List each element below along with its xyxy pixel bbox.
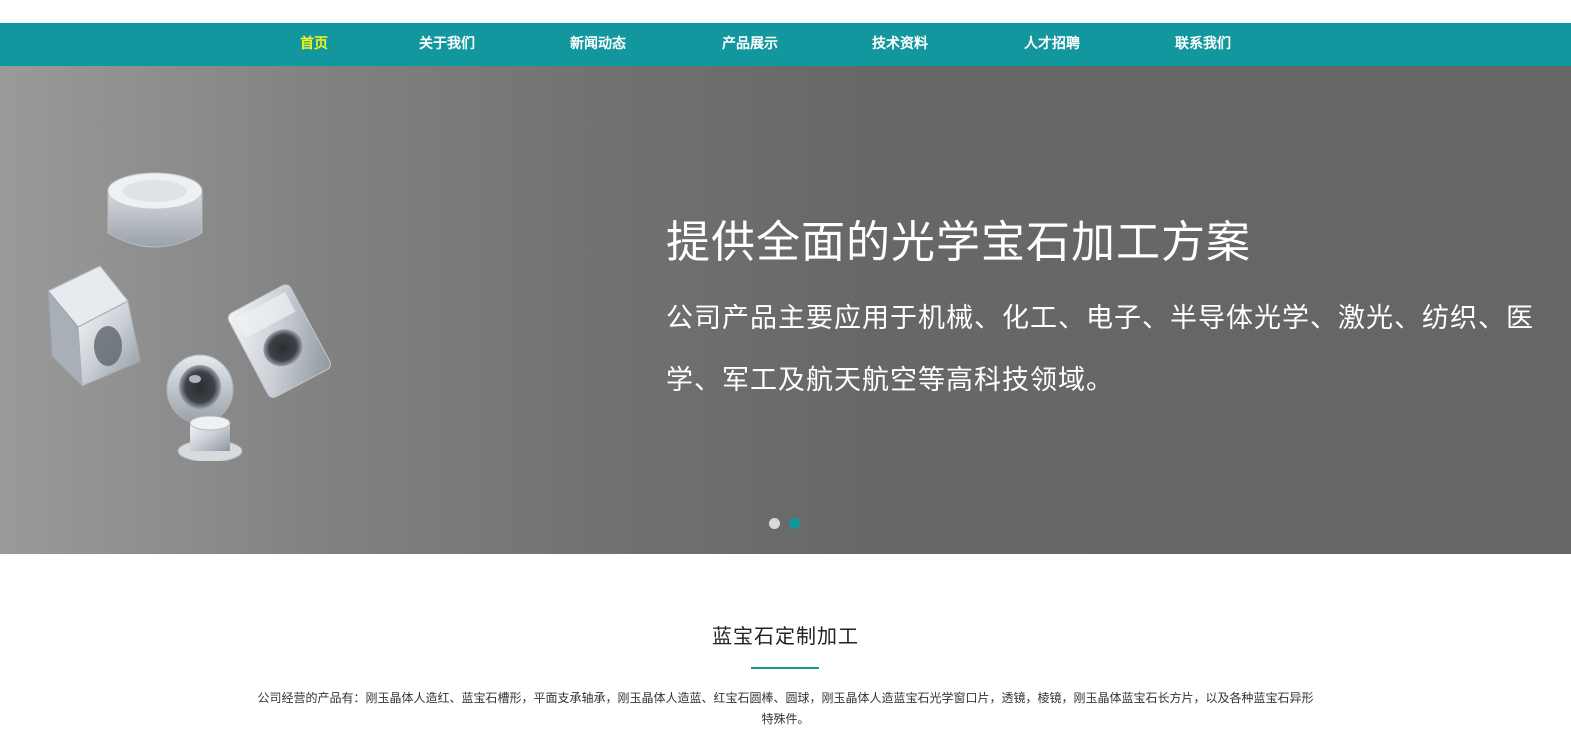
nav-item-tech-docs[interactable]: 技术资料 <box>872 23 928 66</box>
banner-description: 公司产品主要应用于机械、化工、电子、半导体光学、激光、纺织、医学、军工及航天航空… <box>666 303 1534 396</box>
nav-item-home[interactable]: 首页 <box>300 23 328 66</box>
nav-item-contact[interactable]: 联系我们 <box>1175 23 1231 66</box>
section-description: 公司经营的产品有：刚玉晶体人造红、蓝宝石槽形，平面支承轴承，刚玉晶体人造蓝、红宝… <box>257 691 1314 726</box>
nav-item-news[interactable]: 新闻动态 <box>570 23 626 66</box>
nav-item-careers[interactable]: 人才招聘 <box>1024 23 1080 66</box>
flanged-sleeve-part <box>177 415 243 461</box>
cube-part <box>47 265 141 388</box>
banner-title: 提供全面的光学宝石加工方案 <box>666 217 1251 268</box>
block-with-hole-part <box>227 284 332 398</box>
carousel-dot-2[interactable] <box>789 518 800 529</box>
section-divider <box>751 667 819 669</box>
section-title: 蓝宝石定制加工 <box>712 624 859 648</box>
nav-item-products[interactable]: 产品展示 <box>722 23 778 66</box>
sapphire-parts-image <box>47 172 332 461</box>
nav-item-about[interactable]: 关于我们 <box>419 23 475 66</box>
main-navigation: 首页 关于我们 新闻动态 产品展示 技术资料 人才招聘 联系我们 <box>0 23 1571 66</box>
top-header <box>0 0 1571 23</box>
hero-banner: 提供全面的光学宝石加工方案 公司产品主要应用于机械、化工、电子、半导体光学、激光… <box>0 66 1571 554</box>
carousel-dot-1[interactable] <box>769 518 780 529</box>
ring-part <box>166 354 234 424</box>
cylinder-part <box>107 172 203 248</box>
